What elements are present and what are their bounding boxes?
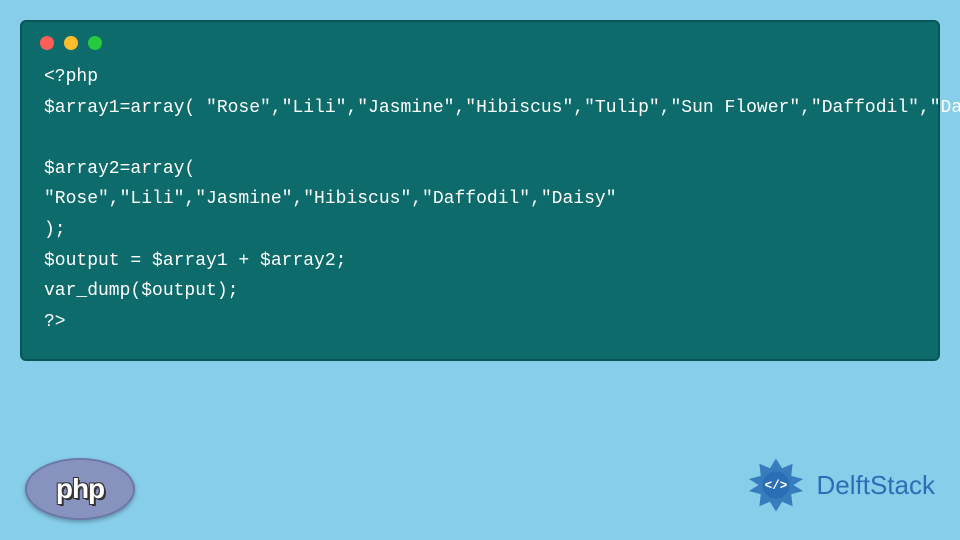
window-title-bar <box>22 22 938 58</box>
code-line: ?> <box>44 312 66 332</box>
code-line: $array1=array( "Rose","Lili","Jasmine","… <box>44 98 960 118</box>
php-logo: php <box>25 458 135 520</box>
code-line: $output = $array1 + $array2; <box>44 251 346 271</box>
maximize-dot-icon <box>88 36 102 50</box>
code-line: <?php <box>44 67 98 87</box>
svg-text:</>: </> <box>764 479 787 493</box>
php-logo-ellipse: php <box>25 458 135 520</box>
code-line: $array2=array( <box>44 159 195 179</box>
code-window: <?php $array1=array( "Rose","Lili","Jasm… <box>20 20 940 361</box>
code-line: ); <box>44 220 66 240</box>
php-logo-text: php <box>56 473 104 505</box>
code-line: var_dump($output); <box>44 281 238 301</box>
delftstack-logo-text: DelftStack <box>817 470 936 501</box>
code-line: "Rose","Lili","Jasmine","Hibiscus","Daff… <box>44 189 617 209</box>
delftstack-icon: </> <box>741 450 811 520</box>
code-content: <?php $array1=array( "Rose","Lili","Jasm… <box>22 58 938 359</box>
minimize-dot-icon <box>64 36 78 50</box>
close-dot-icon <box>40 36 54 50</box>
delftstack-logo: </> DelftStack <box>741 450 936 520</box>
